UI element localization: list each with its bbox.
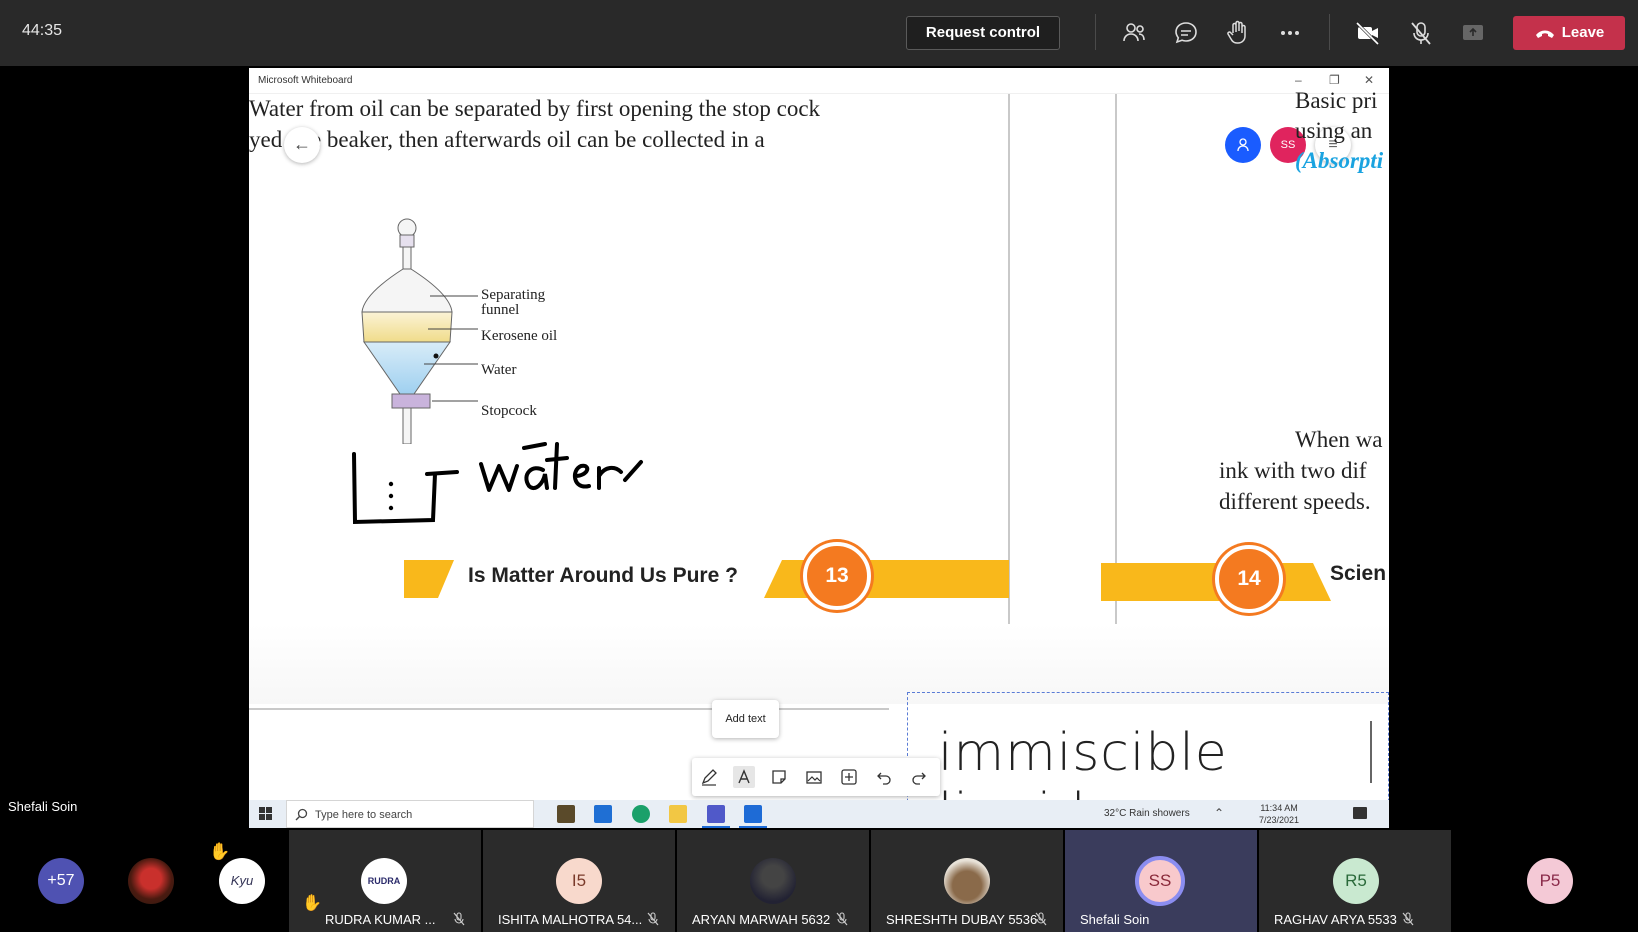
leave-label: Leave xyxy=(1561,24,1605,41)
chapter-title: Scien xyxy=(1330,562,1387,585)
mic-off-icon xyxy=(836,912,848,926)
meeting-timer: 44:35 xyxy=(22,22,63,39)
separating-funnel-diagram xyxy=(361,218,478,444)
sticky-note-icon[interactable] xyxy=(768,766,790,788)
participant-name: SHRESHTH DUBAY 5536 xyxy=(886,912,1038,927)
book-text-line: yed one beaker, then afterwards oil can … xyxy=(249,127,765,152)
undo-icon[interactable] xyxy=(873,766,895,788)
camera-off-icon[interactable] xyxy=(1354,19,1382,47)
person-icon xyxy=(1237,138,1249,152)
whiteboard-window: Microsoft Whiteboard – ❐ ✕ Water from oi… xyxy=(249,68,1389,828)
whiteboard-toolbar xyxy=(692,758,940,796)
whiteboard-app-icon[interactable] xyxy=(744,805,762,823)
window-title: Microsoft Whiteboard xyxy=(258,75,353,86)
store-icon[interactable] xyxy=(557,805,575,823)
pen-icon[interactable] xyxy=(698,766,720,788)
back-arrow-button[interactable]: ← xyxy=(284,127,320,163)
meeting-top-bar: 44:35 Request control Leave xyxy=(0,0,1638,66)
weather-widget[interactable]: 32°C Rain showers xyxy=(1104,808,1190,819)
page-number-badge: 14 xyxy=(1215,545,1283,613)
share-tray-icon[interactable] xyxy=(1459,19,1487,47)
chapter-title: Is Matter Around Us Pure ? xyxy=(468,564,738,587)
text-icon[interactable] xyxy=(733,766,755,788)
restore-icon[interactable]: ❐ xyxy=(1329,73,1340,87)
participant-name: Shefali Soin xyxy=(1080,912,1150,927)
windows-start-icon[interactable] xyxy=(259,807,273,821)
windows-taskbar: Type here to search 32°C Rain showers ⌃ … xyxy=(249,800,1389,828)
divider xyxy=(1329,14,1330,50)
book-text-line: (Absorpti xyxy=(1295,148,1384,173)
avatar[interactable]: P5 xyxy=(1527,858,1573,904)
more-options-icon[interactable] xyxy=(1276,19,1304,47)
notifications-icon[interactable] xyxy=(1353,807,1367,819)
diagram-label: Water xyxy=(481,362,517,378)
avatar: R5 xyxy=(1333,858,1379,904)
overflow-participants-badge[interactable]: +57 xyxy=(38,858,84,904)
avatar: RUDRA xyxy=(361,858,407,904)
avatar[interactable]: Kyu xyxy=(219,858,265,904)
collaborator-avatar[interactable] xyxy=(1225,127,1261,163)
page-number-badge: 13 xyxy=(803,542,871,610)
participant-name: RAGHAV ARYA 5533 xyxy=(1274,912,1397,927)
taskbar-search[interactable]: Type here to search xyxy=(286,800,534,828)
taskbar-clock[interactable]: 11:34 AM 7/23/2021 xyxy=(1259,802,1299,826)
active-app-indicator xyxy=(739,826,767,828)
avatar xyxy=(750,858,796,904)
divider xyxy=(1095,14,1096,50)
clock-date: 7/23/2021 xyxy=(1259,815,1300,825)
book-text-line: different speeds. xyxy=(1219,489,1371,514)
speaker-name: Shefali Soin xyxy=(8,799,78,814)
search-placeholder: Type here to search xyxy=(315,809,413,821)
image-icon[interactable] xyxy=(803,766,825,788)
diagram-label: funnel xyxy=(481,302,520,318)
minimize-icon[interactable]: – xyxy=(1295,73,1302,87)
mic-off-icon xyxy=(1402,912,1414,926)
page-bottom-edge xyxy=(249,708,889,710)
mic-off-icon xyxy=(1035,912,1047,926)
participant-name: RUDRA KUMAR ... xyxy=(325,912,436,927)
active-app-indicator xyxy=(702,826,730,828)
avatar xyxy=(944,858,990,904)
book-text-line: Water from oil can be separated by first… xyxy=(249,96,821,121)
avatar: I5 xyxy=(556,858,602,904)
edge-icon[interactable] xyxy=(632,805,650,823)
file-explorer-icon[interactable] xyxy=(669,805,687,823)
raised-hand-icon: ✋ xyxy=(302,895,322,912)
diagram-label: Kerosene oil xyxy=(481,328,558,344)
clock-time: 11:34 AM xyxy=(1260,803,1298,813)
avatar[interactable] xyxy=(128,858,174,904)
book-text-line: ink with two dif xyxy=(1219,458,1367,483)
close-icon[interactable]: ✕ xyxy=(1364,73,1374,87)
add-icon[interactable] xyxy=(838,766,860,788)
chat-icon[interactable] xyxy=(1172,19,1200,47)
whiteboard-title-bar: Microsoft Whiteboard – ❐ ✕ xyxy=(249,68,1389,94)
search-icon xyxy=(295,808,308,821)
tooltip: Add text xyxy=(712,700,779,738)
book-text-line: using an xyxy=(1295,118,1373,143)
teams-icon[interactable] xyxy=(707,805,725,823)
text-cursor xyxy=(1370,721,1372,783)
redo-icon[interactable] xyxy=(908,766,930,788)
raised-hand-icon: ✋ xyxy=(209,842,231,861)
participant-name: ISHITA MALHOTRA 54... xyxy=(498,912,643,927)
banner-stripe xyxy=(764,560,1009,598)
handwriting-ink xyxy=(352,442,643,525)
leave-button[interactable]: Leave xyxy=(1513,16,1625,50)
mic-off-icon[interactable] xyxy=(1407,19,1435,47)
mic-off-icon xyxy=(647,912,659,926)
phone-hangup-icon xyxy=(1535,30,1554,39)
mic-off-icon xyxy=(453,912,465,926)
book-text-line: Basic pri xyxy=(1295,88,1378,113)
book-text-line: When wa xyxy=(1295,427,1383,452)
banner-stripe xyxy=(404,560,454,598)
participant-name: ARYAN MARWAH 5632 xyxy=(692,912,831,927)
participants-icon[interactable] xyxy=(1120,19,1148,47)
raise-hand-icon[interactable] xyxy=(1224,19,1252,47)
avatar: SS xyxy=(1135,856,1185,906)
request-control-button[interactable]: Request control xyxy=(906,16,1060,50)
tray-chevron-icon[interactable]: ⌃ xyxy=(1214,806,1224,820)
mail-icon[interactable] xyxy=(594,805,612,823)
